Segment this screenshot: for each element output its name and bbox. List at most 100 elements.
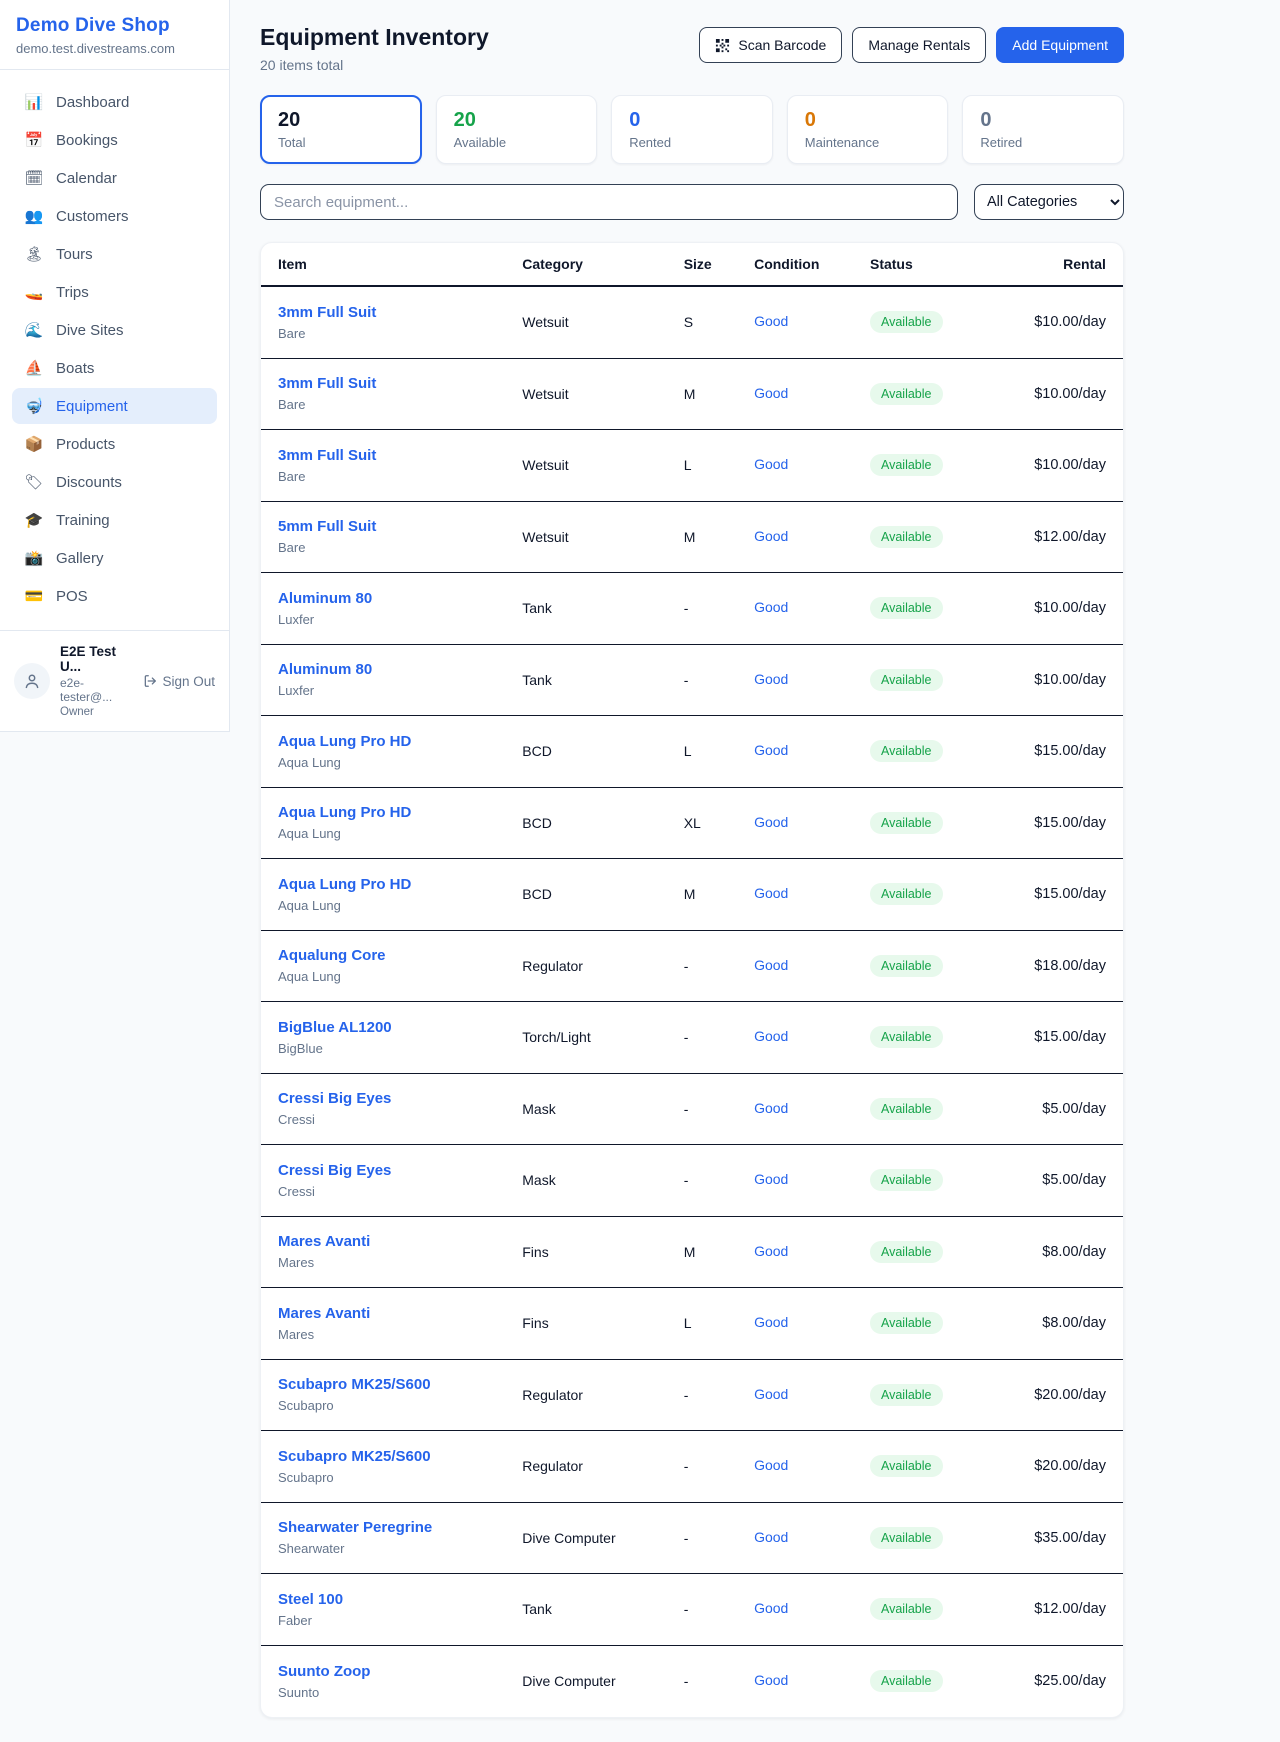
status-badge: Available: [870, 812, 943, 834]
sign-out-button[interactable]: Sign Out: [143, 674, 215, 689]
column-header-condition: Condition: [754, 256, 870, 272]
add-equipment-button[interactable]: Add Equipment: [996, 27, 1124, 63]
item-link[interactable]: Steel 100: [278, 1591, 343, 1608]
column-header-status: Status: [870, 256, 1023, 272]
item-link[interactable]: 3mm Full Suit: [278, 447, 376, 464]
stat-card-available[interactable]: 20 Available: [436, 95, 598, 164]
sidebar-item-gallery[interactable]: 📸 Gallery: [12, 540, 217, 576]
condition-cell: Good: [754, 385, 870, 403]
condition-link[interactable]: Good: [754, 957, 788, 973]
condition-link[interactable]: Good: [754, 456, 788, 472]
calendar-icon: 🗓: [24, 169, 44, 187]
condition-link[interactable]: Good: [754, 1600, 788, 1616]
status-badge: Available: [870, 311, 943, 333]
item-link[interactable]: Aluminum 80: [278, 590, 372, 607]
sidebar-item-training[interactable]: 🎓 Training: [12, 502, 217, 538]
table-row: Aqua Lung Pro HD Aqua Lung BCD M Good Av…: [261, 859, 1123, 931]
item-link[interactable]: Aluminum 80: [278, 661, 372, 678]
stats-row: 20 Total 20 Available 0 Rented 0 Mainten…: [260, 95, 1124, 164]
status-badge: Available: [870, 740, 943, 762]
condition-link[interactable]: Good: [754, 1529, 788, 1545]
item-link[interactable]: Shearwater Peregrine: [278, 1519, 432, 1536]
category-select[interactable]: All Categories: [974, 184, 1124, 220]
sidebar-item-calendar[interactable]: 🗓 Calendar: [12, 160, 217, 196]
item-link[interactable]: 5mm Full Suit: [278, 518, 376, 535]
status-cell: Available: [870, 1384, 1023, 1406]
condition-cell: Good: [754, 528, 870, 546]
condition-link[interactable]: Good: [754, 885, 788, 901]
condition-link[interactable]: Good: [754, 1386, 788, 1402]
item-link[interactable]: Scubapro MK25/S600: [278, 1448, 431, 1465]
table-row: Aluminum 80 Luxfer Tank - Good Available…: [261, 645, 1123, 717]
stat-card-total[interactable]: 20 Total: [260, 95, 422, 164]
sidebar-item-customers[interactable]: 👥 Customers: [12, 198, 217, 234]
item-brand: Mares: [278, 1255, 522, 1270]
stat-value: 0: [629, 109, 755, 132]
condition-link[interactable]: Good: [754, 1457, 788, 1473]
sidebar-item-equipment[interactable]: 🤿 Equipment: [12, 388, 217, 424]
table-row: 3mm Full Suit Bare Wetsuit M Good Availa…: [261, 359, 1123, 431]
item-link[interactable]: Cressi Big Eyes: [278, 1090, 391, 1107]
sidebar-item-tours[interactable]: 🏝 Tours: [12, 236, 217, 272]
item-link[interactable]: Aqua Lung Pro HD: [278, 733, 411, 750]
scan-barcode-button[interactable]: Scan Barcode: [699, 27, 842, 63]
condition-cell: Good: [754, 671, 870, 689]
table-row: Shearwater Peregrine Shearwater Dive Com…: [261, 1503, 1123, 1575]
item-link[interactable]: 3mm Full Suit: [278, 304, 376, 321]
item-cell: Aluminum 80 Luxfer: [278, 661, 522, 698]
condition-cell: Good: [754, 814, 870, 832]
condition-link[interactable]: Good: [754, 385, 788, 401]
item-link[interactable]: Cressi Big Eyes: [278, 1162, 391, 1179]
sidebar-item-dive-sites[interactable]: 🌊 Dive Sites: [12, 312, 217, 348]
item-brand: Suunto: [278, 1685, 522, 1700]
sidebar-item-boats[interactable]: ⛵ Boats: [12, 350, 217, 386]
condition-link[interactable]: Good: [754, 1672, 788, 1688]
stat-value: 20: [278, 109, 404, 132]
condition-link[interactable]: Good: [754, 599, 788, 615]
item-link[interactable]: BigBlue AL1200: [278, 1019, 392, 1036]
item-brand: Bare: [278, 326, 522, 341]
status-badge: Available: [870, 1098, 943, 1120]
stat-card-maintenance[interactable]: 0 Maintenance: [787, 95, 949, 164]
condition-link[interactable]: Good: [754, 1028, 788, 1044]
size-cell: M: [684, 886, 754, 902]
discounts-icon: 🏷: [24, 473, 44, 491]
sidebar-item-bookings[interactable]: 📅 Bookings: [12, 122, 217, 158]
search-input[interactable]: [260, 184, 958, 220]
condition-link[interactable]: Good: [754, 742, 788, 758]
item-link[interactable]: Scubapro MK25/S600: [278, 1376, 431, 1393]
page-header: Equipment Inventory 20 items total Scan …: [260, 24, 1124, 73]
sidebar-item-trips[interactable]: 🚤 Trips: [12, 274, 217, 310]
item-link[interactable]: Aqua Lung Pro HD: [278, 876, 411, 893]
condition-link[interactable]: Good: [754, 671, 788, 687]
manage-rentals-button[interactable]: Manage Rentals: [852, 27, 986, 63]
sidebar-item-products[interactable]: 📦 Products: [12, 426, 217, 462]
item-link[interactable]: Aqualung Core: [278, 947, 386, 964]
stat-card-rented[interactable]: 0 Rented: [611, 95, 773, 164]
stat-card-retired[interactable]: 0 Retired: [962, 95, 1124, 164]
sidebar-item-dashboard[interactable]: 📊 Dashboard: [12, 84, 217, 120]
category-cell: Mask: [522, 1101, 683, 1117]
item-link[interactable]: 3mm Full Suit: [278, 375, 376, 392]
status-cell: Available: [870, 1098, 1023, 1120]
item-link[interactable]: Mares Avanti: [278, 1233, 370, 1250]
sidebar-item-discounts[interactable]: 🏷 Discounts: [12, 464, 217, 500]
stat-label: Retired: [980, 135, 1106, 150]
condition-link[interactable]: Good: [754, 313, 788, 329]
item-link[interactable]: Aqua Lung Pro HD: [278, 804, 411, 821]
condition-link[interactable]: Good: [754, 814, 788, 830]
size-cell: L: [684, 457, 754, 473]
equipment-icon: 🤿: [24, 397, 44, 415]
condition-link[interactable]: Good: [754, 1314, 788, 1330]
item-link[interactable]: Suunto Zoop: [278, 1663, 370, 1680]
condition-link[interactable]: Good: [754, 1171, 788, 1187]
condition-link[interactable]: Good: [754, 528, 788, 544]
condition-cell: Good: [754, 1600, 870, 1618]
sidebar-item-pos[interactable]: 💳 POS: [12, 578, 217, 614]
item-cell: Aluminum 80 Luxfer: [278, 590, 522, 627]
size-cell: -: [684, 600, 754, 616]
condition-link[interactable]: Good: [754, 1243, 788, 1259]
condition-link[interactable]: Good: [754, 1100, 788, 1116]
item-link[interactable]: Mares Avanti: [278, 1305, 370, 1322]
item-brand: Bare: [278, 469, 522, 484]
